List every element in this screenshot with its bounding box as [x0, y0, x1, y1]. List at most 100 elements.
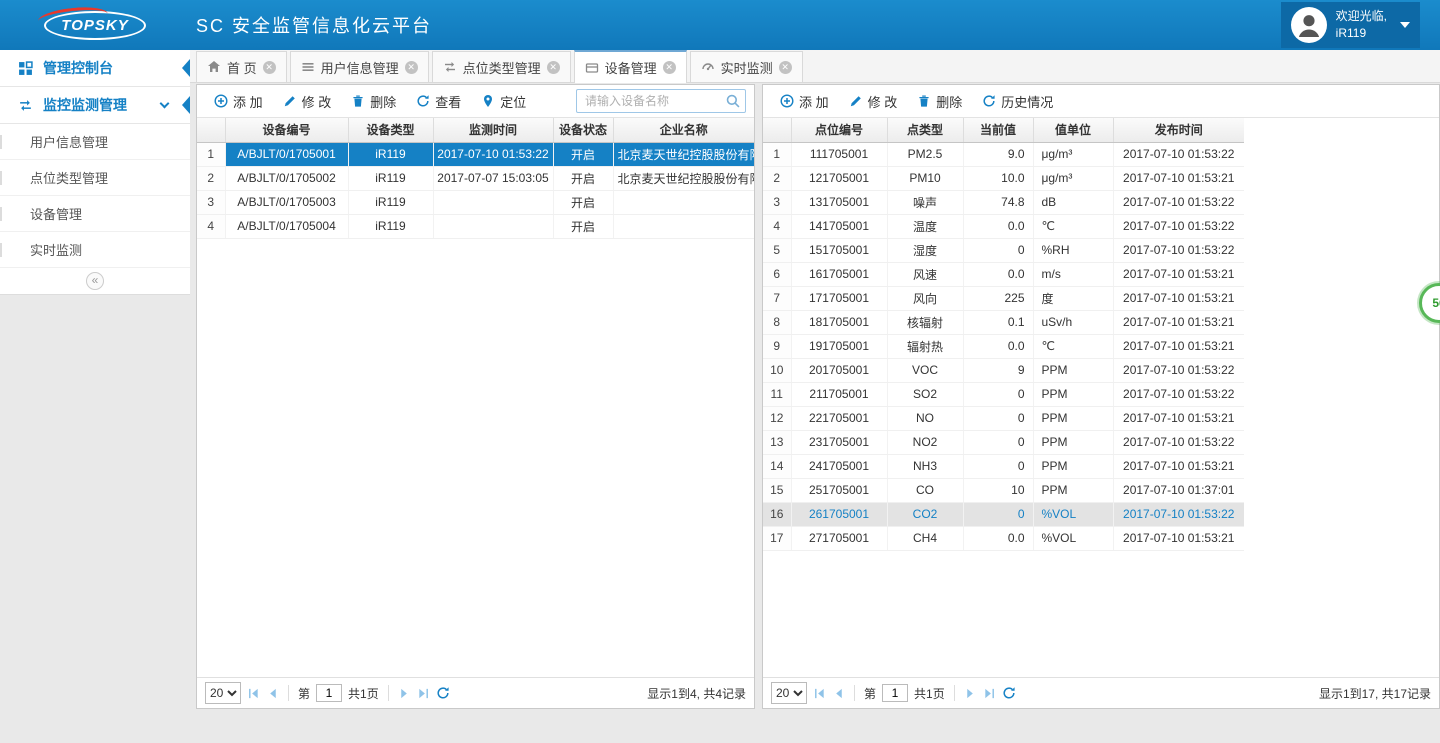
- column-header[interactable]: 点类型: [887, 118, 963, 142]
- first-page-button[interactable]: [247, 687, 260, 700]
- last-page-button[interactable]: [983, 687, 996, 700]
- table-row[interactable]: 2121705001PM1010.0μg/m³2017-07-10 01:53:…: [763, 166, 1244, 190]
- monitor-table: 点位编号 点类型 当前值 值单位 发布时间 1111705001PM2.59.0…: [763, 118, 1244, 551]
- table-row[interactable]: 11211705001SO20PPM2017-07-10 01:53:22: [763, 382, 1244, 406]
- page-size-select[interactable]: 20: [205, 682, 241, 704]
- row-number: 9: [763, 334, 791, 358]
- view-button[interactable]: 查看: [407, 88, 470, 115]
- column-header[interactable]: 点位编号: [791, 118, 887, 142]
- table-row[interactable]: 12221705001NO0PPM2017-07-10 01:53:21: [763, 406, 1244, 430]
- next-page-button[interactable]: [964, 687, 977, 700]
- locate-button-label: 定位: [500, 92, 526, 111]
- page-prefix: 第: [298, 685, 310, 702]
- tab-point-type-management[interactable]: 点位类型管理 ✕: [432, 51, 571, 82]
- sidebar-item-realtime[interactable]: 实时监测: [0, 232, 190, 268]
- page-size-select[interactable]: 20: [771, 682, 807, 704]
- edit-button[interactable]: 修 改: [840, 88, 907, 115]
- active-marker: [182, 59, 190, 77]
- table-row[interactable]: 6161705001风速0.0m/s2017-07-10 01:53:21: [763, 262, 1244, 286]
- user-menu[interactable]: 欢迎光临, iR119: [1281, 2, 1420, 48]
- table-row[interactable]: 8181705001核辐射0.1uSv/h2017-07-10 01:53:21: [763, 310, 1244, 334]
- table-cell: A/BJLT/0/1705003: [225, 190, 348, 214]
- last-page-button[interactable]: [417, 687, 430, 700]
- column-header[interactable]: 监测时间: [433, 118, 553, 142]
- table-row[interactable]: 17271705001CH40.0%VOL2017-07-10 01:53:21: [763, 526, 1244, 550]
- device-table-body: 1A/BJLT/0/1705001iR1192017-07-10 01:53:2…: [197, 142, 754, 238]
- prev-page-button[interactable]: [266, 687, 279, 700]
- table-cell: PPM: [1033, 478, 1113, 502]
- table-row[interactable]: 4A/BJLT/0/1705004iR119开启: [197, 214, 754, 238]
- column-header[interactable]: 设备编号: [225, 118, 348, 142]
- tab-device-management[interactable]: 设备管理 ✕: [574, 50, 687, 83]
- tab-close-icon[interactable]: ✕: [779, 61, 792, 74]
- table-row[interactable]: 3131705001噪声74.8dB2017-07-10 01:53:22: [763, 190, 1244, 214]
- tab-close-icon[interactable]: ✕: [263, 61, 276, 74]
- chevron-down-icon: [160, 99, 170, 109]
- column-header[interactable]: 值单位: [1033, 118, 1113, 142]
- page-number-input[interactable]: [882, 684, 908, 702]
- search-input[interactable]: [576, 89, 746, 113]
- locate-button[interactable]: 定位: [472, 88, 535, 115]
- first-page-button[interactable]: [813, 687, 826, 700]
- column-header[interactable]: 设备类型: [348, 118, 433, 142]
- table-cell: A/BJLT/0/1705002: [225, 166, 348, 190]
- table-row[interactable]: 9191705001辐射热0.0℃2017-07-10 01:53:21: [763, 334, 1244, 358]
- collapse-icon[interactable]: «: [86, 272, 104, 290]
- add-button[interactable]: 添 加: [205, 88, 272, 115]
- tab-home[interactable]: 首 页 ✕: [196, 51, 287, 82]
- table-row[interactable]: 10201705001VOC9PPM2017-07-10 01:53:22: [763, 358, 1244, 382]
- content-panels: 添 加 修 改 删除: [196, 84, 1440, 709]
- tab-close-icon[interactable]: ✕: [405, 61, 418, 74]
- row-number: 6: [763, 262, 791, 286]
- refresh-button[interactable]: [1002, 686, 1016, 700]
- tab-user-management[interactable]: 用户信息管理 ✕: [290, 51, 429, 82]
- refresh-button[interactable]: [436, 686, 450, 700]
- table-cell: 2017-07-07 15:03:05: [433, 166, 553, 190]
- sidebar-item-point-type[interactable]: 点位类型管理: [0, 160, 190, 196]
- table-row[interactable]: 16261705001CO20%VOL2017-07-10 01:53:22: [763, 502, 1244, 526]
- table-row[interactable]: 2A/BJLT/0/1705002iR1192017-07-07 15:03:0…: [197, 166, 754, 190]
- sidebar-item-user-info[interactable]: 用户信息管理: [0, 124, 190, 160]
- monitor-panel: 添 加 修 改 删除: [762, 84, 1440, 709]
- table-row[interactable]: 4141705001温度0.0℃2017-07-10 01:53:22: [763, 214, 1244, 238]
- table-row[interactable]: 1A/BJLT/0/1705001iR1192017-07-10 01:53:2…: [197, 142, 754, 166]
- welcome-line2: iR119: [1336, 25, 1387, 42]
- table-row[interactable]: 5151705001湿度0%RH2017-07-10 01:53:22: [763, 238, 1244, 262]
- column-header[interactable]: 发布时间: [1113, 118, 1244, 142]
- table-row[interactable]: 15251705001CO10PPM2017-07-10 01:37:01: [763, 478, 1244, 502]
- delete-button[interactable]: 删除: [342, 88, 405, 115]
- history-button[interactable]: 历史情况: [973, 88, 1062, 115]
- table-row[interactable]: 3A/BJLT/0/1705003iR119开启: [197, 190, 754, 214]
- edit-button[interactable]: 修 改: [274, 88, 341, 115]
- table-row[interactable]: 13231705001NO20PPM2017-07-10 01:53:22: [763, 430, 1244, 454]
- divider: [954, 685, 955, 701]
- refresh-icon: [1002, 686, 1016, 700]
- table-cell: 131705001: [791, 190, 887, 214]
- tab-realtime-monitor[interactable]: 实时监测 ✕: [690, 51, 803, 82]
- table-row[interactable]: 1111705001PM2.59.0μg/m³2017-07-10 01:53:…: [763, 142, 1244, 166]
- table-cell: 2017-07-10 01:53:22: [1113, 190, 1244, 214]
- sidebar-item-device[interactable]: 设备管理: [0, 196, 190, 232]
- delete-button[interactable]: 删除: [908, 88, 971, 115]
- row-number: 1: [763, 142, 791, 166]
- tab-close-icon[interactable]: ✕: [663, 61, 676, 74]
- table-cell: 2017-07-10 01:53:22: [1113, 214, 1244, 238]
- sidebar-section-monitoring[interactable]: 监控监测管理: [0, 87, 190, 124]
- tab-close-icon[interactable]: ✕: [547, 61, 560, 74]
- table-cell: [613, 214, 754, 238]
- add-button[interactable]: 添 加: [771, 88, 838, 115]
- prev-page-button[interactable]: [832, 687, 845, 700]
- column-header[interactable]: 企业名称: [613, 118, 754, 142]
- search-icon[interactable]: [725, 93, 741, 109]
- column-header[interactable]: 当前值: [963, 118, 1033, 142]
- first-page-icon: [813, 687, 826, 700]
- table-cell: VOC: [887, 358, 963, 382]
- table-row[interactable]: 7171705001风向225度2017-07-10 01:53:21: [763, 286, 1244, 310]
- next-page-button[interactable]: [398, 687, 411, 700]
- column-header[interactable]: 设备状态: [553, 118, 613, 142]
- table-cell: dB: [1033, 190, 1113, 214]
- page-number-input[interactable]: [316, 684, 342, 702]
- pencil-icon: [283, 94, 297, 108]
- sidebar-section-console[interactable]: 管理控制台: [0, 50, 190, 87]
- table-row[interactable]: 14241705001NH30PPM2017-07-10 01:53:21: [763, 454, 1244, 478]
